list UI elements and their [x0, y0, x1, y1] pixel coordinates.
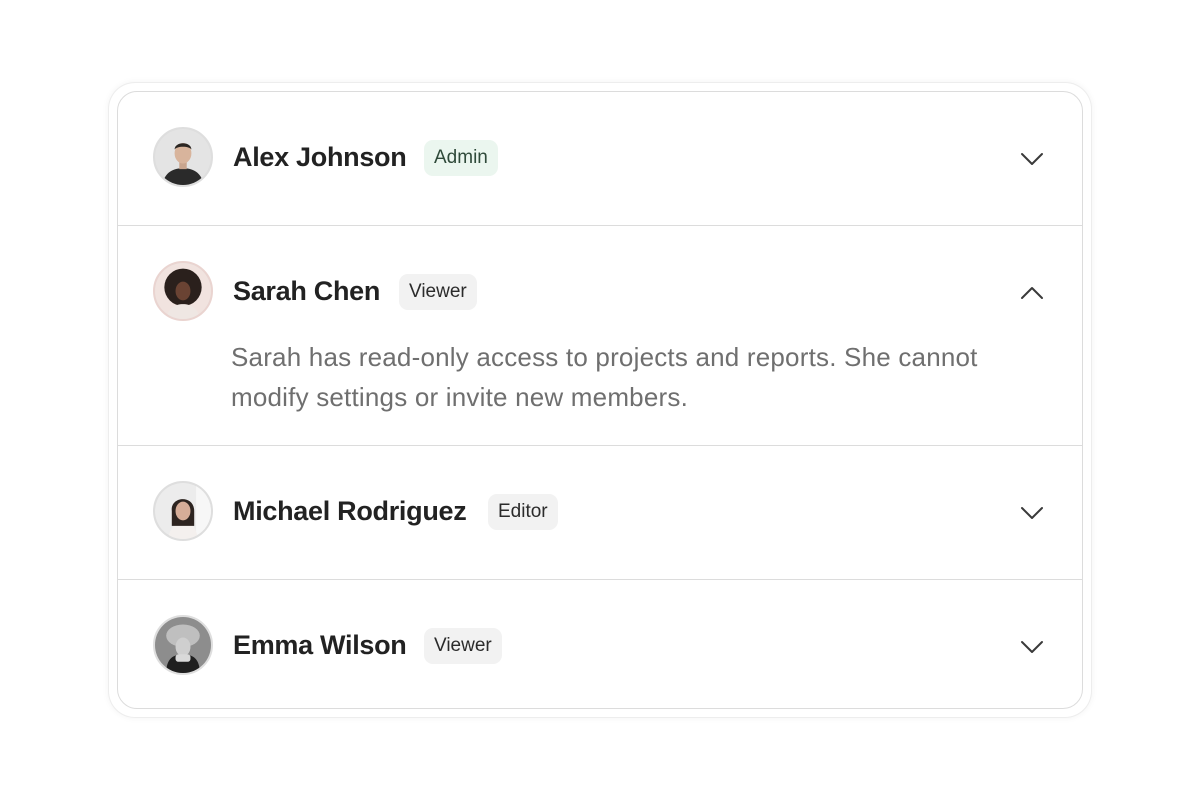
chevron-up-icon[interactable]: [1018, 279, 1046, 307]
role-badge: Viewer: [399, 274, 477, 310]
avatar-photo-michael: [155, 483, 211, 539]
avatar: [153, 615, 213, 675]
chevron-down-icon[interactable]: [1018, 145, 1046, 173]
role-badge: Editor: [488, 494, 558, 530]
chevron-down-icon[interactable]: [1018, 499, 1046, 527]
avatar-photo-sarah: [155, 263, 211, 319]
member-name: Michael Rodriguez: [233, 496, 467, 526]
accordion-header[interactable]: Alex Johnson Admin: [118, 92, 1082, 225]
avatar-photo-alex: [155, 129, 211, 185]
chevron-down-icon[interactable]: [1018, 633, 1046, 661]
member-name: Sarah Chen: [233, 276, 381, 306]
accordion-item-emma-wilson[interactable]: Emma Wilson Viewer: [118, 580, 1082, 708]
member-name: Emma Wilson: [233, 630, 407, 660]
member-name: Alex Johnson: [233, 142, 407, 172]
accordion-item-alex-johnson[interactable]: Alex Johnson Admin: [118, 92, 1082, 226]
member-description: Sarah has read-only access to projects a…: [231, 342, 978, 412]
avatar: [153, 261, 213, 321]
accordion-header[interactable]: Emma Wilson Viewer: [118, 580, 1082, 708]
avatar-photo-emma: [155, 617, 211, 673]
member-accordion: Alex Johnson Admin Sarah Chen Viewer Sar…: [117, 91, 1083, 709]
accordion-item-sarah-chen[interactable]: Sarah Chen Viewer Sarah has read-only ac…: [118, 226, 1082, 446]
avatar: [153, 127, 213, 187]
accordion-item-michael-rodriguez[interactable]: Michael Rodriguez Editor: [118, 446, 1082, 580]
avatar: [153, 481, 213, 541]
accordion-header[interactable]: Michael Rodriguez Editor: [118, 446, 1082, 579]
role-badge: Viewer: [424, 628, 502, 664]
role-badge: Admin: [424, 140, 498, 176]
